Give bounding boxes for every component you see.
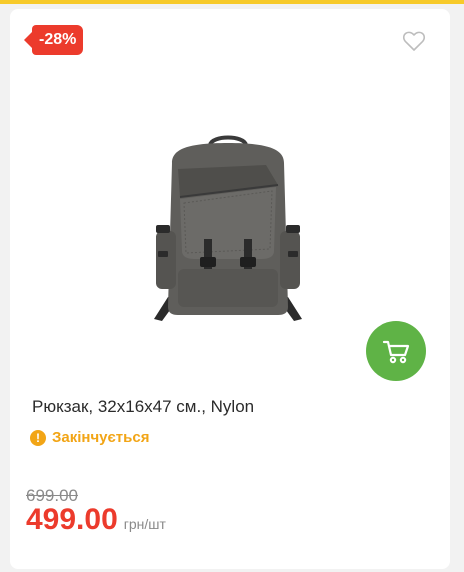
product-image-backpack[interactable] [128,129,328,329]
product-card[interactable]: -28% Рюкзак, 32x16x47 см., Nylon ! Закін… [10,9,450,569]
cart-icon [382,340,410,364]
stock-status-label: Закінчується [52,429,150,446]
stock-status: ! Закінчується [30,429,149,446]
price-unit: грн/шт [123,516,166,532]
favorite-button[interactable] [402,30,426,52]
discount-badge: -28% [23,25,84,55]
current-price: 499.00 [26,503,118,536]
top-accent-strip [0,0,464,4]
heart-outline-icon [402,31,426,51]
add-to-cart-button[interactable] [366,321,426,381]
exclamation-icon: ! [30,429,46,446]
product-title[interactable]: Рюкзак, 32x16x47 см., Nylon [32,397,432,417]
price-row: 499.00 грн/шт [26,503,166,537]
